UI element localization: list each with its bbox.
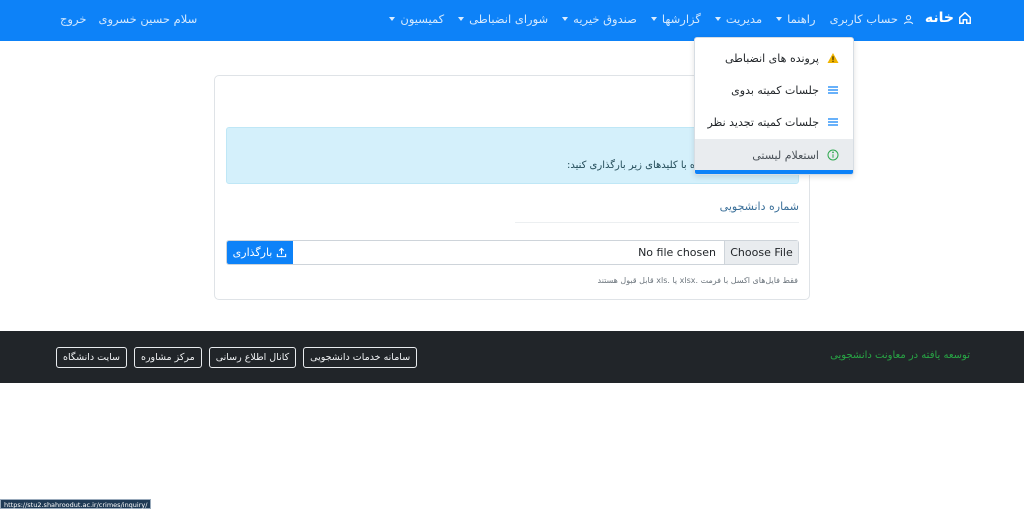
home-link[interactable]: خانه xyxy=(925,10,972,26)
footer-link-university-site[interactable]: سایت دانشگاه xyxy=(56,347,127,368)
file-name-display[interactable]: No file chosen xyxy=(293,241,724,264)
footer-link-counseling-center[interactable]: مرکز مشاوره xyxy=(133,347,202,368)
list-icon xyxy=(828,118,838,126)
upload-icon xyxy=(277,247,287,258)
footer-credit: توسعه یافته در معاونت دانشجویی xyxy=(830,350,970,361)
nav-item-reports[interactable]: گزارشها xyxy=(650,12,701,26)
dropdown-item-primary-committee-sessions[interactable]: جلسات کمیته بدوی xyxy=(695,74,853,106)
warning-icon xyxy=(827,53,839,63)
brand-label: خانه xyxy=(924,10,954,26)
dropdown-item-label: پرونده های انضباطی xyxy=(724,51,819,65)
dropdown-item-label: جلسات کمیته تجدید نظر xyxy=(707,115,819,129)
logout-link[interactable]: خروج xyxy=(60,12,86,26)
nav-label: راهنما xyxy=(787,12,816,26)
status-bar-url: https://stu2.shahroodut.ac.ir/crimes/inq… xyxy=(0,499,152,509)
dropdown-item-label: استعلام لیستی xyxy=(752,148,819,162)
student-number-label: شماره دانشجویی xyxy=(719,200,799,213)
footer-link-student-services[interactable]: سامانه خدمات دانشجویی xyxy=(303,347,418,368)
list-icon xyxy=(828,86,838,94)
nav-label: شورای انضباطی xyxy=(469,12,549,26)
caret-down-icon xyxy=(389,17,396,21)
disciplinary-dropdown-menu: پرونده های انضباطی جلسات کمیته بدوی جلسا… xyxy=(694,37,854,175)
dropdown-item-label: جلسات کمیته بدوی xyxy=(731,83,819,97)
nav-label: کمیسیون xyxy=(400,12,445,26)
caret-down-icon xyxy=(458,17,465,21)
caret-down-icon xyxy=(650,17,657,21)
nav-label: مدیریت xyxy=(725,12,763,26)
footer-links: سایت دانشگاه مرکز مشاوره کانال اطلاع رسا… xyxy=(56,347,418,368)
nav-item-charity-fund[interactable]: صندوق خیریه xyxy=(562,12,637,26)
upload-button[interactable]: بارگذاری xyxy=(227,241,293,264)
home-icon xyxy=(959,11,971,24)
user-icon xyxy=(903,14,914,24)
dropdown-item-appeal-committee-sessions[interactable]: جلسات کمیته تجدید نظر xyxy=(695,106,853,138)
nav-item-help[interactable]: راهنما xyxy=(776,12,816,26)
nav-user-area: سلام حسین خسروی خروج xyxy=(60,12,197,26)
footer-link-info-channel[interactable]: کانال اطلاع رسانی xyxy=(208,347,297,368)
dropdown-item-list-inquiry[interactable]: استعلام لیستی xyxy=(695,139,853,171)
help-text: فقط فایل‌های اکسل با فرمت .xlsx یا .xls … xyxy=(597,276,799,285)
file-upload-group: بارگذاری No file chosen Choose File xyxy=(226,240,799,265)
nav-item-management[interactable]: مدیریت xyxy=(714,12,763,26)
nav-item-user-account[interactable]: حساب کاربری xyxy=(830,12,914,26)
greeting-text: سلام حسین خسروی xyxy=(98,12,198,26)
upload-label: بارگذاری xyxy=(232,246,273,259)
dropdown-item-disciplinary-cases[interactable]: پرونده های انضباطی xyxy=(695,42,853,74)
caret-down-icon xyxy=(776,17,783,21)
nav-item-disciplinary-council[interactable]: شورای انضباطی xyxy=(458,12,548,26)
nav-label: حساب کاربری xyxy=(829,12,898,26)
nav-item-commission[interactable]: کمیسیون xyxy=(389,12,444,26)
nav-menu: کمیسیون شورای انضباطی صندوق خیریه گزارشه… xyxy=(389,12,914,26)
nav-label: صندوق خیریه xyxy=(573,12,637,26)
nav-label: گزارشها xyxy=(661,12,701,26)
divider xyxy=(515,222,799,223)
choose-file-button[interactable]: Choose File xyxy=(724,241,798,264)
top-navbar: خانه کمیسیون شورای انضباطی صندوق خیریه گ… xyxy=(0,0,1024,41)
caret-down-icon xyxy=(714,17,721,21)
page-footer: توسعه یافته در معاونت دانشجویی سایت دانش… xyxy=(0,331,1024,383)
caret-down-icon xyxy=(562,17,569,21)
info-icon xyxy=(827,149,839,161)
